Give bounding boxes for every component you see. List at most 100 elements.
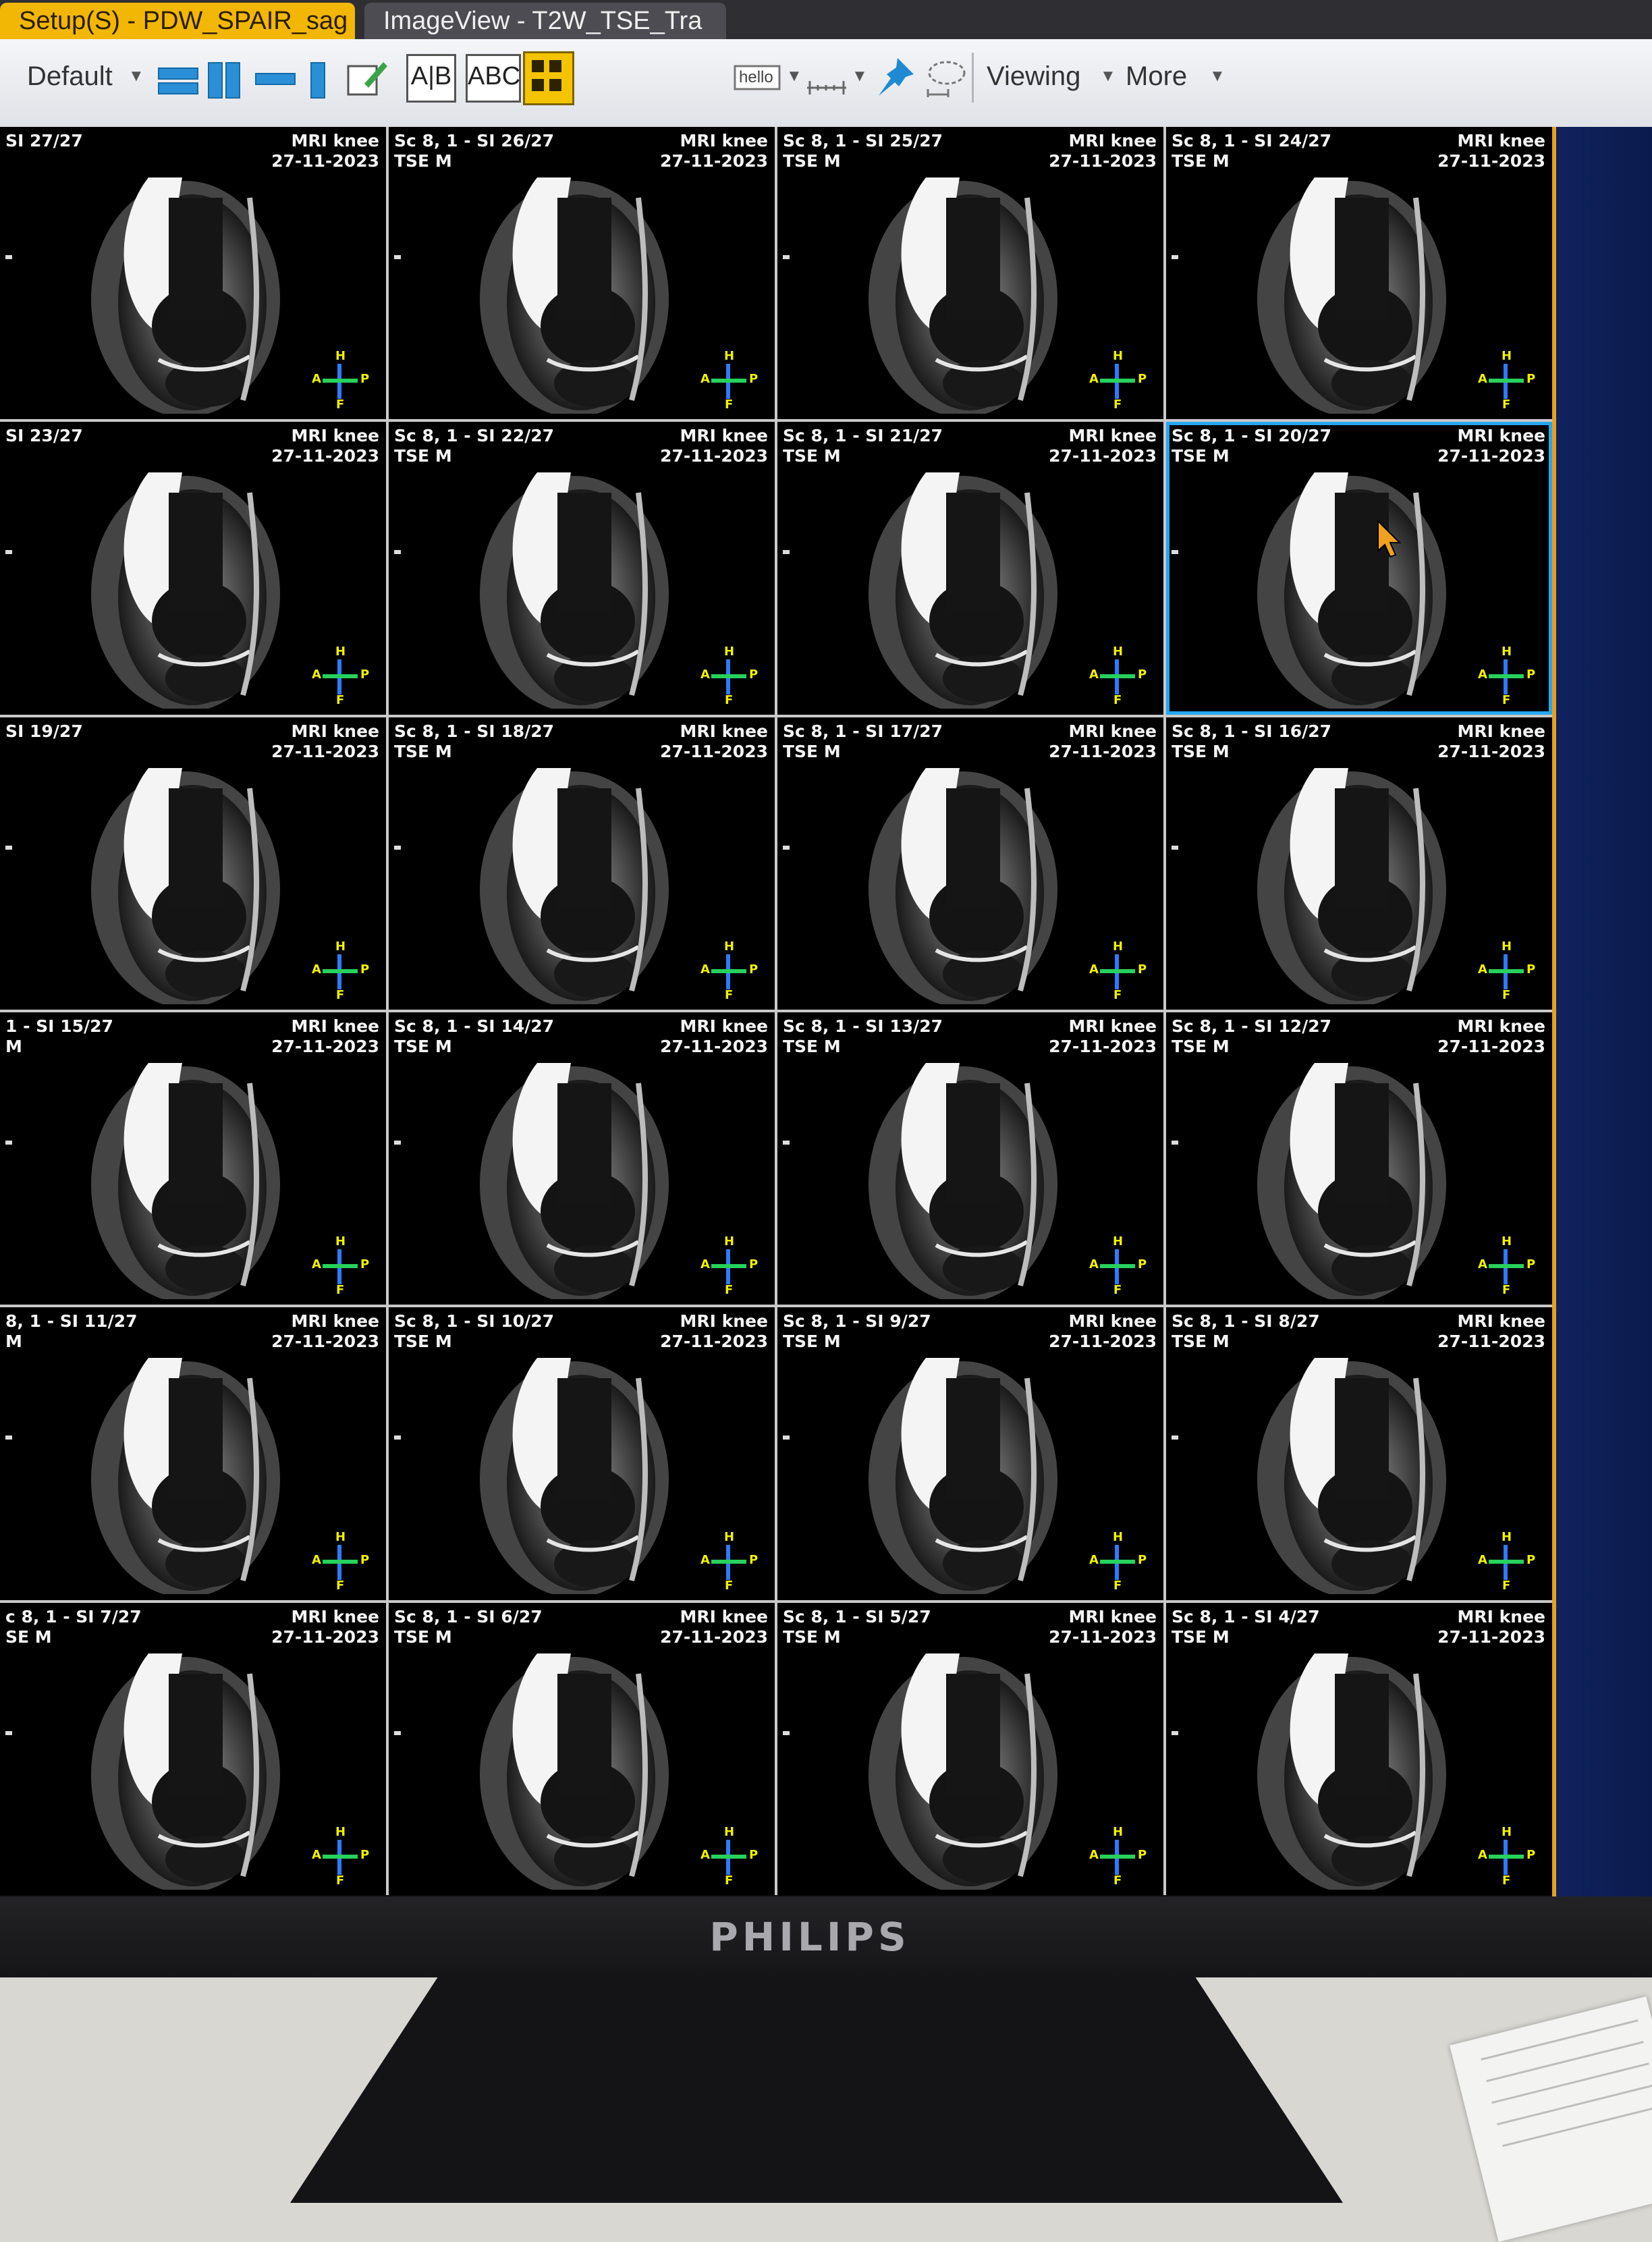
orient-label-right: P <box>749 1552 759 1567</box>
chevron-down-icon[interactable]: ▼ <box>1209 53 1226 100</box>
image-tile-12[interactable]: Sc 8, 1 - SI 16/27 TSE M MRI knee 27-11-… <box>1166 717 1552 1010</box>
orient-label-right: P <box>1526 1848 1536 1862</box>
layout-preset-dropdown[interactable]: Default <box>27 53 113 100</box>
tile-series-info: SI 19/27 <box>5 721 83 742</box>
image-tile-5[interactable]: SI 23/27 MRI knee 27-11-2023 H F A P <box>0 422 386 715</box>
add-column-layout-icon[interactable] <box>202 53 252 103</box>
scale-mark <box>783 1730 790 1735</box>
orient-label-bottom: F <box>1502 398 1511 412</box>
image-viewport[interactable]: SI 27/27 MRI knee 27-11-2023 H F A P Sc … <box>0 127 1552 1895</box>
orient-label-top: H <box>1113 644 1124 659</box>
tile-study-info: MRI knee 27-11-2023 <box>1049 1607 1157 1647</box>
measure-roi-icon[interactable] <box>921 54 968 101</box>
study-label: MRI knee <box>1457 1016 1545 1036</box>
series-label: SI 19/27 <box>5 721 83 741</box>
orient-label-top: H <box>724 1529 735 1544</box>
chevron-down-icon[interactable]: ▼ <box>128 53 144 100</box>
orient-label-bottom: F <box>725 1578 734 1593</box>
image-tile-6[interactable]: Sc 8, 1 - SI 22/27 TSE M MRI knee 27-11-… <box>389 422 775 715</box>
series-label: SI 27/27 <box>5 131 83 151</box>
orient-label-right: P <box>1526 962 1536 977</box>
date-label: 27-11-2023 <box>660 1037 768 1056</box>
image-tile-23[interactable]: Sc 8, 1 - SI 5/27 TSE M MRI knee 27-11-2… <box>777 1602 1163 1895</box>
scale-mark <box>5 845 12 850</box>
chevron-down-icon[interactable]: ▼ <box>786 53 802 100</box>
mri-knee-image <box>480 472 669 709</box>
image-tile-20[interactable]: Sc 8, 1 - SI 8/27 TSE M MRI knee 27-11-2… <box>1166 1307 1552 1600</box>
image-tile-16[interactable]: Sc 8, 1 - SI 12/27 TSE M MRI knee 27-11-… <box>1166 1012 1552 1305</box>
annotation-ab-button[interactable]: A|B <box>406 54 456 103</box>
viewing-menu[interactable]: Viewing <box>987 53 1080 100</box>
chevron-down-icon[interactable]: ▼ <box>852 53 868 100</box>
tile-study-info: MRI knee 27-11-2023 <box>1437 426 1545 466</box>
add-row-layout-icon[interactable] <box>154 53 204 103</box>
study-label: MRI knee <box>1068 426 1157 446</box>
image-tile-14[interactable]: Sc 8, 1 - SI 14/27 TSE M MRI knee 27-11-… <box>389 1012 775 1305</box>
image-tile-18[interactable]: Sc 8, 1 - SI 10/27 TSE M MRI knee 27-11-… <box>389 1307 775 1600</box>
tile-series-info: Sc 8, 1 - SI 20/27 TSE M <box>1172 426 1331 466</box>
mri-knee-image <box>869 177 1057 414</box>
scale-mark <box>783 1141 790 1145</box>
tile-study-info: MRI knee 27-11-2023 <box>1437 1607 1545 1647</box>
tile-study-info: MRI knee 27-11-2023 <box>660 131 768 171</box>
protocol-label: TSE M <box>1172 741 1230 761</box>
annotation-abc-button[interactable]: ABC <box>466 54 521 103</box>
orientation-cross-icon: H F A P <box>1478 349 1535 412</box>
monitor-bezel: Setup(S) - PDW_SPAIR_sag ImageView - T2W… <box>0 0 1652 1977</box>
ruler-icon[interactable] <box>803 54 850 101</box>
study-label: MRI knee <box>1068 1311 1157 1332</box>
orientation-cross-icon: H F A P <box>312 349 369 412</box>
grid-layout-icon[interactable] <box>523 51 574 105</box>
image-tile-10[interactable]: Sc 8, 1 - SI 18/27 TSE M MRI knee 27-11-… <box>389 717 775 1010</box>
chevron-down-icon[interactable]: ▼ <box>1100 53 1116 100</box>
image-tile-22[interactable]: Sc 8, 1 - SI 6/27 TSE M MRI knee 27-11-2… <box>389 1602 775 1895</box>
image-tile-7[interactable]: Sc 8, 1 - SI 21/27 TSE M MRI knee 27-11-… <box>777 422 1163 715</box>
orient-label-left: A <box>1478 372 1487 387</box>
orient-label-left: A <box>1478 1848 1487 1862</box>
image-tile-21[interactable]: c 8, 1 - SI 7/27 SE M MRI knee 27-11-202… <box>0 1602 386 1895</box>
orient-label-right: P <box>749 372 759 387</box>
tile-study-info: MRI knee 27-11-2023 <box>660 426 768 466</box>
remove-column-layout-icon[interactable] <box>297 53 347 103</box>
series-label: Sc 8, 1 - SI 25/27 <box>783 131 943 151</box>
tile-study-info: MRI knee 27-11-2023 <box>271 1016 379 1057</box>
screen: Setup(S) - PDW_SPAIR_sag ImageView - T2W… <box>0 0 1652 1896</box>
mri-knee-image <box>869 1063 1057 1299</box>
orient-label-right: P <box>1526 1552 1536 1567</box>
orient-label-bottom: F <box>336 1578 345 1593</box>
image-tile-13[interactable]: 1 - SI 15/27 M MRI knee 27-11-2023 H F A… <box>0 1012 386 1305</box>
image-tile-17[interactable]: 8, 1 - SI 11/27 M MRI knee 27-11-2023 H … <box>0 1307 386 1600</box>
tab-strip: Setup(S) - PDW_SPAIR_sag ImageView - T2W… <box>0 0 1652 39</box>
text-tool-label: hello <box>739 68 773 86</box>
image-tile-15[interactable]: Sc 8, 1 - SI 13/27 TSE M MRI knee 27-11-… <box>777 1012 1163 1305</box>
protocol-label: TSE M <box>1172 1037 1230 1056</box>
toolbar-divider <box>972 53 974 103</box>
image-tile-9[interactable]: SI 19/27 MRI knee 27-11-2023 H F A P <box>0 717 386 1010</box>
tile-study-info: MRI knee 27-11-2023 <box>271 721 379 762</box>
image-tile-8[interactable]: Sc 8, 1 - SI 20/27 TSE M MRI knee 27-11-… <box>1166 422 1552 715</box>
pin-icon[interactable] <box>871 54 918 101</box>
orient-label-bottom: F <box>1113 692 1122 707</box>
tab-imageview-t2w-tse-tra[interactable]: ImageView - T2W_TSE_Tra <box>364 3 726 39</box>
mri-knee-image <box>869 767 1057 1004</box>
tile-series-info: Sc 8, 1 - SI 24/27 TSE M <box>1172 131 1331 171</box>
more-menu[interactable]: More <box>1126 53 1187 100</box>
text-annotation-icon[interactable]: hello <box>732 54 786 101</box>
series-label: Sc 8, 1 - SI 10/27 <box>394 1311 555 1332</box>
protocol-label: TSE M <box>1172 151 1230 171</box>
image-tile-1[interactable]: SI 27/27 MRI knee 27-11-2023 H F A P <box>0 127 386 420</box>
image-tile-2[interactable]: Sc 8, 1 - SI 26/27 TSE M MRI knee 27-11-… <box>389 127 775 420</box>
orient-label-bottom: F <box>725 1283 734 1298</box>
tab-setup-pdw-spair-sag[interactable]: Setup(S) - PDW_SPAIR_sag <box>0 3 355 39</box>
image-tile-3[interactable]: Sc 8, 1 - SI 25/27 TSE M MRI knee 27-11-… <box>777 127 1163 420</box>
orient-label-right: P <box>1138 372 1147 387</box>
study-label: MRI knee <box>1457 1311 1545 1332</box>
date-label: 27-11-2023 <box>271 1037 379 1056</box>
remove-row-layout-icon[interactable] <box>251 53 301 103</box>
mri-knee-image <box>1257 472 1446 709</box>
image-tile-24[interactable]: Sc 8, 1 - SI 4/27 TSE M MRI knee 27-11-2… <box>1166 1602 1552 1895</box>
edit-layout-icon[interactable] <box>344 54 391 101</box>
image-tile-19[interactable]: Sc 8, 1 - SI 9/27 TSE M MRI knee 27-11-2… <box>777 1307 1163 1600</box>
image-tile-11[interactable]: Sc 8, 1 - SI 17/27 TSE M MRI knee 27-11-… <box>777 717 1163 1010</box>
image-tile-4[interactable]: Sc 8, 1 - SI 24/27 TSE M MRI knee 27-11-… <box>1166 127 1552 420</box>
